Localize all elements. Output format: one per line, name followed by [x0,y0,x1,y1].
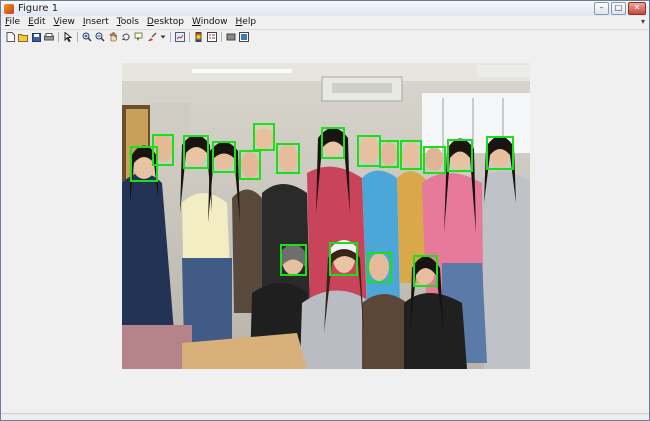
link-plot-icon[interactable] [175,32,185,42]
insert-legend-icon[interactable] [207,32,217,42]
zoom-out-icon[interactable] [95,32,105,42]
menu-desktop[interactable]: Desktop [147,16,184,29]
status-bar [1,413,649,420]
window-controls: – □ ✕ [594,2,646,15]
toolbar-separator [221,32,222,42]
menu-help[interactable]: Help [236,16,257,29]
figure-canvas [1,44,649,420]
menu-edit[interactable]: Edit [28,16,45,29]
menu-window[interactable]: Window [192,16,228,29]
close-button[interactable]: ✕ [628,2,646,15]
brush-icon[interactable] [147,32,157,42]
pan-icon[interactable] [108,32,118,42]
photo-scene [122,63,530,369]
window-title: Figure 1 [18,3,59,14]
hide-plot-tools-icon[interactable] [226,32,236,42]
print-icon[interactable] [44,32,54,42]
figure-toolbar [1,29,649,45]
figure-window: Figure 1 – □ ✕ File Edit View Insert Too… [0,0,650,421]
save-icon[interactable] [31,32,41,42]
data-cursor-icon[interactable] [134,32,144,42]
menubar-dock-arrow-icon[interactable]: ▾ [641,17,645,26]
toolbar-separator [77,32,78,42]
toolbar-separator [189,32,190,42]
menu-view[interactable]: View [54,16,75,29]
menu-tools[interactable]: Tools [117,16,139,29]
open-file-icon[interactable] [18,32,28,42]
toolbar-separator [170,32,171,42]
new-figure-icon[interactable] [5,32,15,42]
minimize-button[interactable]: – [594,2,609,15]
matlab-icon [4,3,14,14]
title-bar[interactable]: Figure 1 – □ ✕ [1,1,649,17]
menu-bar: File Edit View Insert Tools Desktop Wind… [1,16,649,29]
brush-dropdown-icon[interactable] [160,32,166,42]
show-plot-tools-icon[interactable] [239,32,249,42]
rotate-3d-icon[interactable] [121,32,131,42]
menu-insert[interactable]: Insert [83,16,109,29]
menu-file[interactable]: File [5,16,20,29]
group-photo [122,63,530,369]
insert-colorbar-icon[interactable] [194,32,204,42]
edit-plot-icon[interactable] [63,32,73,42]
toolbar-separator [58,32,59,42]
zoom-in-icon[interactable] [82,32,92,42]
maximize-button[interactable]: □ [611,2,626,15]
